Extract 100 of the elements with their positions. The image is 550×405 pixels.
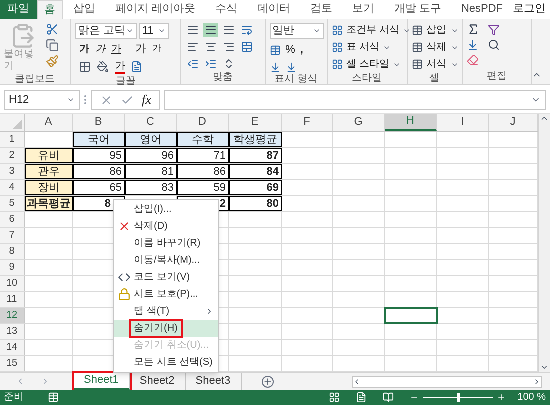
format-painter-button[interactable]: [46, 55, 59, 68]
column-header[interactable]: E: [229, 114, 282, 131]
vertical-scrollbar[interactable]: [538, 114, 550, 372]
row-header[interactable]: 9: [0, 260, 25, 275]
ribbon-tab[interactable]: 페이지 레이아웃: [105, 0, 206, 20]
fill-color-button[interactable]: [97, 61, 110, 74]
italic-button[interactable]: 가: [95, 42, 106, 57]
ribbon-tab[interactable]: 데이터: [247, 0, 300, 20]
row-header[interactable]: 7: [0, 228, 25, 243]
column-header[interactable]: A: [25, 114, 73, 131]
menu-item[interactable]: 이동/복사(M)...: [114, 252, 218, 269]
column-header[interactable]: I: [437, 114, 489, 131]
style-command[interactable]: 표 서식: [332, 40, 412, 56]
table-cell: 2: [220, 198, 226, 210]
find-button[interactable]: [488, 39, 501, 52]
page-layout-view-icon[interactable]: [356, 392, 367, 403]
row-header[interactable]: 11: [0, 292, 25, 307]
align-center-icon: [204, 41, 217, 54]
active-cell[interactable]: [385, 308, 437, 323]
row-header[interactable]: 15: [0, 356, 25, 371]
group-label: 셀: [428, 72, 441, 86]
style-command[interactable]: 조건부 서식: [332, 23, 412, 38]
copy-icon: [46, 39, 59, 52]
row-header[interactable]: 1: [0, 132, 25, 147]
wrap-text-icon: [240, 24, 253, 36]
zoom-thumb[interactable]: [456, 393, 460, 402]
scroll-up-icon[interactable]: [540, 114, 549, 123]
ribbon-tab[interactable]: NesPDF: [451, 0, 513, 20]
percent-button[interactable]: %: [286, 42, 296, 59]
menu-item[interactable]: 숨기기(H): [114, 320, 218, 337]
ribbon-tab[interactable]: 수식: [205, 0, 248, 20]
menu-item[interactable]: 시트 보호(P)...: [114, 286, 218, 303]
menu-item[interactable]: 코드 보기(V): [114, 269, 218, 286]
font-color-button[interactable]: 가: [115, 60, 126, 74]
sign-in-link[interactable]: 로그인: [513, 0, 550, 20]
name-box[interactable]: H12: [4, 90, 80, 110]
ribbon-tab[interactable]: 개발 도구: [384, 0, 452, 20]
menu-item[interactable]: 모든 시트 선택(S): [114, 354, 218, 371]
zoom-in-icon[interactable]: [496, 393, 506, 402]
insert-function-button[interactable]: fx: [142, 90, 152, 110]
merge-button[interactable]: [239, 40, 254, 54]
new-sheet-button[interactable]: [262, 376, 274, 388]
column-header[interactable]: F: [282, 114, 333, 131]
cell-command[interactable]: 삭제: [412, 40, 459, 56]
formula-input[interactable]: [164, 90, 546, 110]
table-cell: 장비: [38, 182, 60, 194]
row-header[interactable]: 14: [0, 340, 25, 355]
cell-command[interactable]: 서식: [412, 57, 459, 72]
zoom-level[interactable]: 100 %: [518, 390, 546, 405]
fill-button[interactable]: [466, 39, 480, 52]
row-header[interactable]: 5: [0, 196, 25, 211]
row-header[interactable]: 8: [0, 244, 25, 259]
row-header[interactable]: 13: [0, 324, 25, 339]
underline-button[interactable]: 가: [111, 42, 122, 57]
column-header[interactable]: D: [177, 114, 229, 131]
borders-button[interactable]: [79, 61, 92, 74]
row-header[interactable]: 10: [0, 276, 25, 291]
group-label: 글꼴: [114, 75, 137, 90]
sheet-tab[interactable]: Sheet1: [74, 373, 130, 390]
row-header[interactable]: 3: [0, 164, 25, 179]
shrink-font-button[interactable]: 가: [152, 42, 162, 56]
cancel-icon[interactable]: [100, 94, 113, 107]
menu-item[interactable]: 이름 바꾸기(R): [114, 235, 218, 252]
normal-view-icon[interactable]: [328, 392, 340, 403]
menu-item[interactable]: 삭제(D): [114, 218, 218, 235]
copy-button[interactable]: [46, 39, 59, 52]
column-header[interactable]: B: [73, 114, 125, 131]
sort-filter-button[interactable]: [488, 23, 501, 36]
ribbon-tab[interactable]: 삽입: [63, 0, 106, 20]
ribbon-tab[interactable]: 검토: [300, 0, 342, 20]
row-header[interactable]: 6: [0, 212, 25, 227]
wrap-text-button[interactable]: [239, 23, 254, 38]
grow-font-button[interactable]: 가: [135, 40, 146, 58]
middle-align-button[interactable]: [203, 23, 218, 38]
cell-command[interactable]: 삽입: [412, 23, 459, 38]
column-header[interactable]: H: [385, 114, 437, 131]
font-name-field[interactable]: 맑은 고딕: [75, 23, 138, 40]
row-header[interactable]: 4: [0, 180, 25, 195]
menu-item[interactable]: 삽입(I)...: [114, 201, 218, 218]
style-command[interactable]: 셀 스타일: [332, 57, 412, 72]
comma-button[interactable]: ,: [300, 42, 304, 59]
bold-button[interactable]: 가: [79, 42, 90, 57]
table-cell: 87: [266, 150, 279, 162]
ribbon-tab[interactable]: 보기: [342, 0, 384, 20]
page-break-view-icon[interactable]: [382, 392, 394, 403]
align-bottom-icon: [222, 24, 235, 36]
row-header[interactable]: 2: [0, 148, 25, 163]
autosum-button[interactable]: [466, 23, 480, 36]
menu-item[interactable]: 탭 색(T): [114, 303, 218, 320]
font-size-field[interactable]: 11: [139, 23, 170, 40]
column-header[interactable]: C: [125, 114, 177, 131]
ribbon-tab[interactable]: 파일: [0, 0, 37, 20]
horizontal-scrollbar[interactable]: [352, 376, 542, 388]
ribbon-tab[interactable]: 홈: [36, 0, 64, 20]
code-view-icon: [118, 271, 130, 284]
clear-button[interactable]: [466, 54, 480, 66]
cut-button[interactable]: [46, 23, 59, 36]
scroll-down-icon[interactable]: [540, 363, 549, 372]
row-header[interactable]: 12: [0, 308, 25, 323]
number-format-field[interactable]: 일반: [270, 23, 324, 40]
